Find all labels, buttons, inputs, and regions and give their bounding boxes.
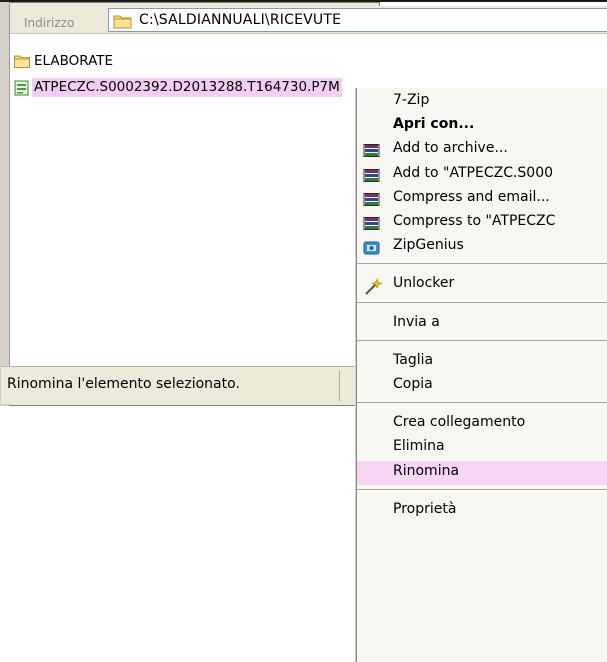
address-bar: Indirizzo C:\SALDIANNUALI\RICEVUTE: [10, 6, 607, 34]
menu-item-copia[interactable]: Copia: [357, 374, 607, 398]
wand-icon: [363, 278, 384, 300]
file-list: ELABORATE ATPECZC.S0002392.D2013288.T164…: [10, 34, 380, 366]
menu-item-label: Copia: [393, 376, 433, 392]
menu-item-label: Add to archive...: [393, 140, 508, 157]
menu-item-label: Proprietà: [393, 500, 457, 517]
menu-item-label: 7-Zip: [393, 92, 430, 108]
menu-item-compress-to-atpeczc[interactable]: Compress to "ATPECZC: [357, 211, 607, 235]
menu-separator: [357, 263, 607, 265]
menu-item-elimina[interactable]: Elimina: [357, 436, 607, 460]
folder-icon: [14, 54, 30, 74]
address-path: C:\SALDIANNUALI\RICEVUTE: [139, 12, 342, 28]
menu-item-rinomina[interactable]: Rinomina: [357, 460, 607, 485]
menu-item-label: Apri con...: [393, 116, 475, 133]
menu-item-label: Rinomina: [393, 462, 460, 479]
menu-item-invia-a[interactable]: Invia a: [357, 312, 607, 336]
menu-item-add-to-atpeczc-s000[interactable]: Add to "ATPECZC.S000: [357, 163, 607, 187]
file-name: ELABORATE: [34, 53, 114, 69]
menu-item-label: Compress to "ATPECZC: [393, 213, 556, 229]
menu-item-label: Compress and email...: [393, 188, 550, 205]
menu-item-label: Add to "ATPECZC.S000: [393, 164, 554, 181]
menu-item-label: Crea collegamento: [393, 414, 526, 431]
winrar-icon: [363, 168, 381, 187]
winrar-icon: [363, 192, 381, 211]
status-divider: [339, 371, 340, 401]
winrar-icon: [363, 216, 381, 235]
menu-item-compress-and-email[interactable]: Compress and email...: [357, 187, 607, 211]
status-text: Rinomina l'elemento selezionato.: [7, 376, 240, 392]
menu-item-unlocker[interactable]: Unlocker: [357, 273, 607, 297]
menu-item-crea-collegamento[interactable]: Crea collegamento: [357, 412, 607, 436]
menu-separator: [357, 301, 607, 303]
file-name: ATPECZC.S0002392.D2013288.T164730.P7M: [32, 78, 342, 97]
menu-item-label: Elimina: [393, 438, 445, 455]
menu-separator: [357, 339, 607, 341]
menu-item-taglia[interactable]: Taglia: [357, 350, 607, 374]
menu-item-label: Unlocker: [393, 275, 455, 292]
zipgenius-icon: [363, 240, 381, 260]
menu-item-label: Taglia: [393, 351, 434, 368]
menu-separator: [357, 402, 607, 404]
folder-icon: [113, 13, 133, 33]
status-bar: Rinomina l'elemento selezionato.: [1, 366, 379, 404]
menu-item-zipgenius[interactable]: ZipGenius: [357, 235, 607, 259]
window-left-frame: [0, 2, 10, 406]
winrar-icon: [363, 143, 381, 162]
menu-item-label: Invia a: [393, 313, 440, 330]
file-icon: [14, 80, 30, 102]
context-menu: 7-Zip Apri con... Add to archive... Add to …: [356, 88, 607, 662]
menu-item-propriet[interactable]: Proprietà: [357, 499, 607, 523]
menu-separator: [357, 488, 607, 490]
menu-item-add-to-archive[interactable]: Add to archive...: [357, 138, 607, 162]
menu-item-label: ZipGenius: [393, 237, 464, 254]
menu-item-apri-con[interactable]: Apri con...: [357, 114, 607, 138]
address-label: Indirizzo: [24, 16, 75, 30]
menu-item-7-zip[interactable]: 7-Zip: [357, 90, 607, 114]
address-input[interactable]: C:\SALDIANNUALI\RICEVUTE: [108, 8, 607, 32]
